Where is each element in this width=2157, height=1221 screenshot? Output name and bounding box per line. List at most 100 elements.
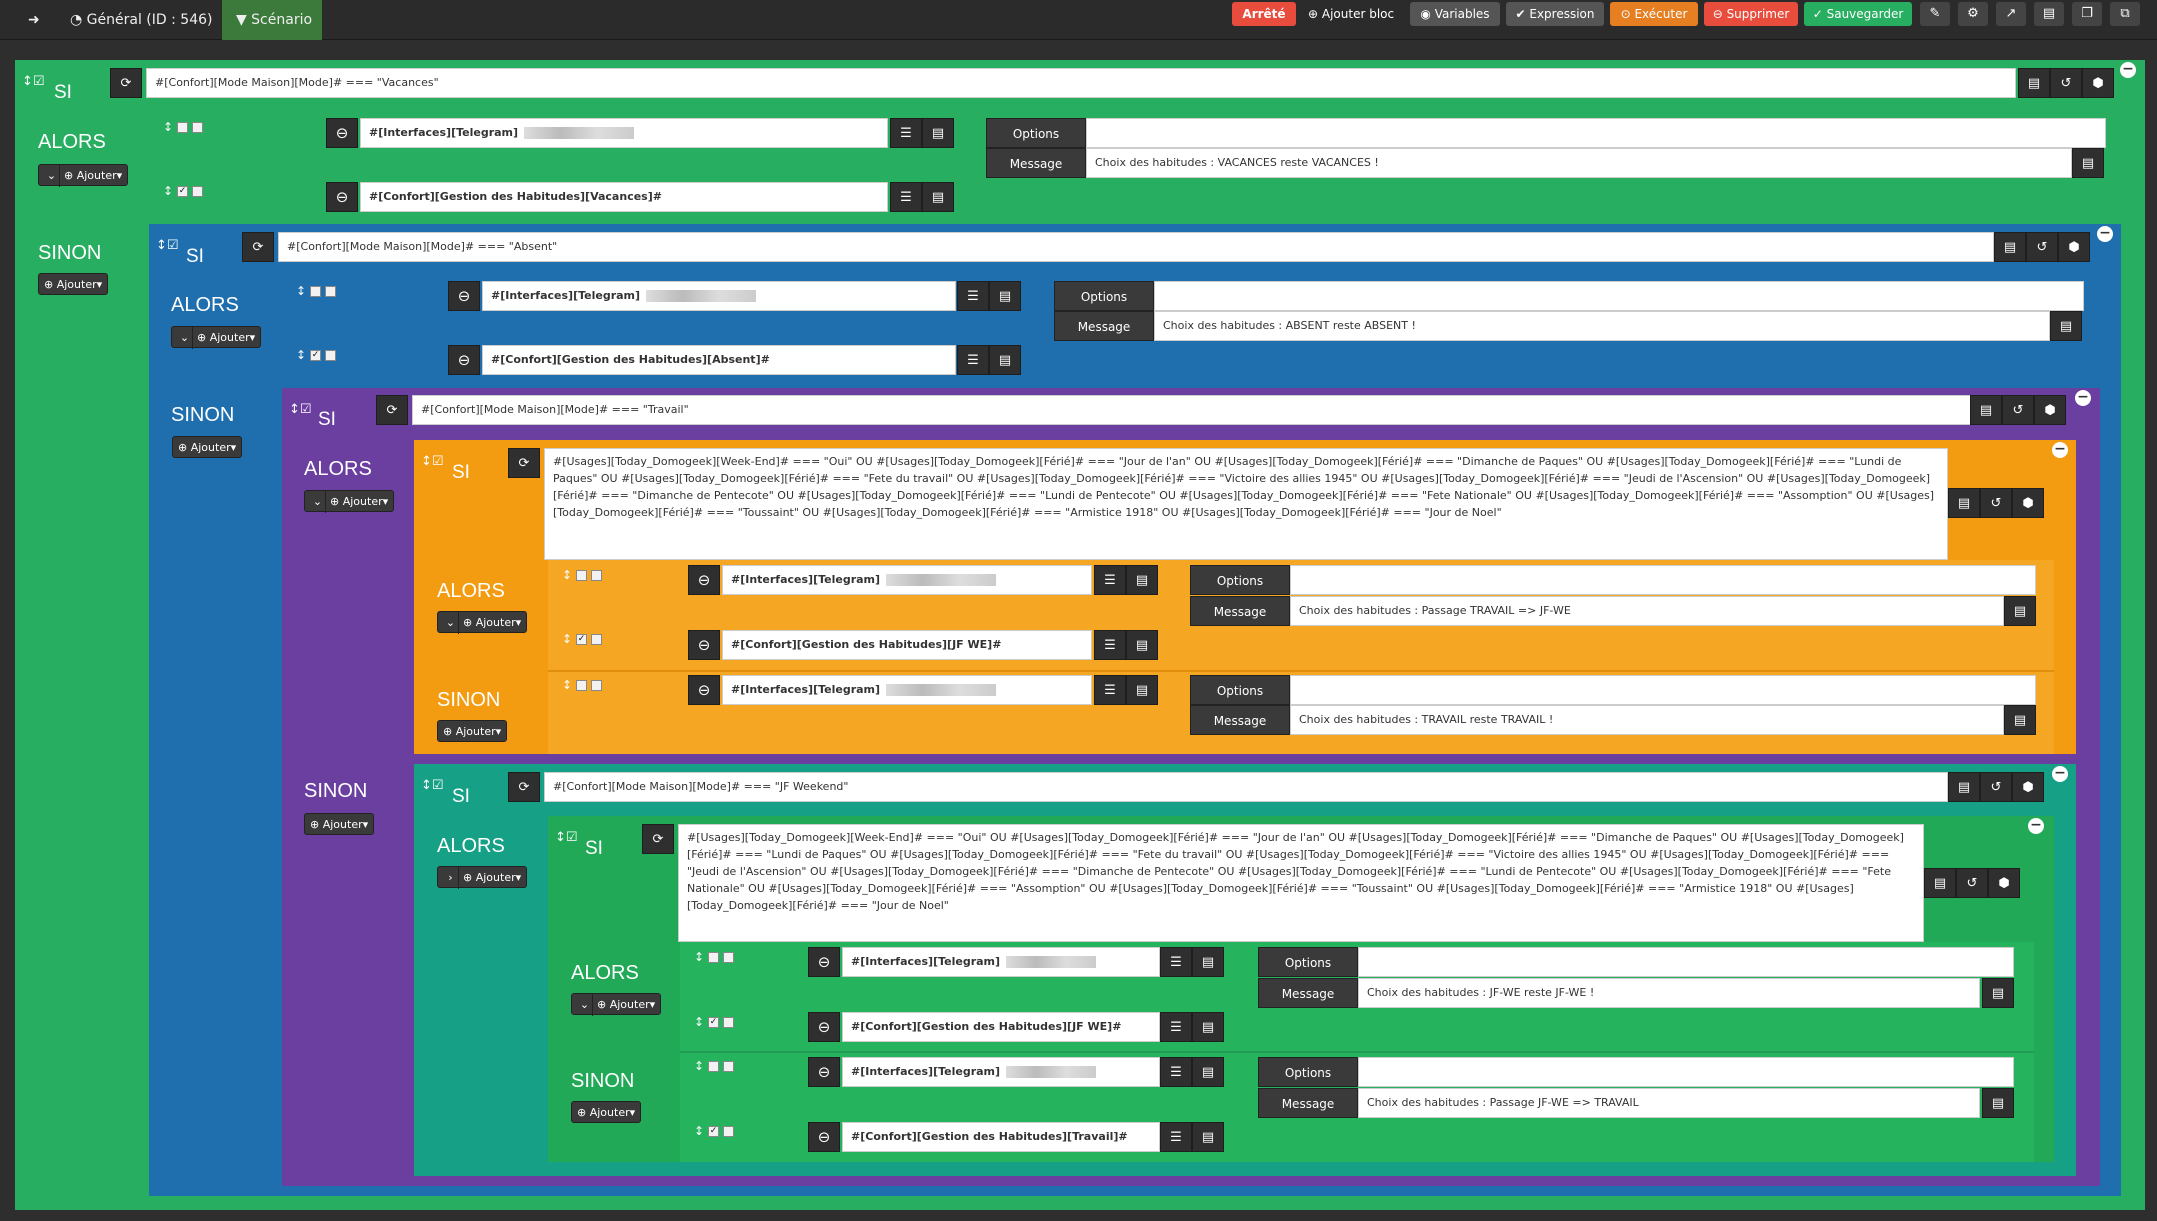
add-action-button[interactable]: ⊕ Ajouter▾ [172, 436, 243, 458]
remove-action-icon[interactable]: ⊖ [688, 675, 720, 705]
toggle-icon[interactable]: ↕☑ [156, 238, 179, 253]
action-controls[interactable]: ↕ [694, 1059, 735, 1073]
collapse-icon[interactable]: − [2052, 766, 2068, 782]
cube-icon[interactable]: ⬢ [2058, 232, 2090, 262]
list-icon[interactable]: ▤ [1970, 395, 2002, 425]
parallel-checkbox[interactable] [192, 122, 204, 133]
remove-action-icon[interactable]: ⊖ [448, 345, 480, 375]
options-field[interactable] [1154, 281, 2084, 311]
expression-button[interactable]: ✔ Expression [1506, 2, 1604, 26]
select-icon[interactable]: ▤ [1192, 1012, 1224, 1042]
refresh-icon[interactable]: ⟳ [376, 395, 408, 425]
action-controls[interactable]: ↕ ✓ [694, 1124, 735, 1138]
list-icon[interactable]: ☰ [890, 182, 922, 212]
message-field[interactable]: Choix des habitudes : Passage TRAVAIL =>… [1290, 596, 2004, 626]
enable-checkbox[interactable] [708, 1061, 720, 1072]
enable-checkbox[interactable]: ✓ [310, 350, 322, 361]
enable-checkbox[interactable]: ✓ [708, 1017, 720, 1028]
select-icon[interactable]: ▤ [922, 182, 954, 212]
condition-field[interactable]: #[Usages][Today_Domogeek][Week-End]# ===… [678, 824, 1924, 942]
history-icon[interactable]: ↺ [1980, 488, 2012, 518]
enable-checkbox[interactable] [576, 680, 588, 691]
list-icon[interactable]: ☰ [957, 281, 989, 311]
toggle-icon[interactable]: ↕☑ [289, 402, 312, 417]
message-icon[interactable]: ▤ [2050, 311, 2082, 341]
add-block-button[interactable]: ⊕ Ajouter bloc [1304, 2, 1396, 26]
select-icon[interactable]: ▤ [1126, 565, 1158, 595]
message-field[interactable]: Choix des habitudes : TRAVAIL reste TRAV… [1290, 705, 2004, 735]
parallel-checkbox[interactable] [591, 634, 603, 645]
message-icon[interactable]: ▤ [1982, 1088, 2014, 1118]
command-field[interactable]: #[Interfaces][Telegram] [722, 675, 1092, 705]
message-icon[interactable]: ▤ [1982, 978, 2014, 1008]
command-field[interactable]: #[Confort][Gestion des Habitudes][Vacanc… [360, 182, 888, 212]
add-action-button[interactable]: ⊕ Ajouter▾ [38, 273, 109, 295]
remove-action-icon[interactable]: ⊖ [326, 118, 358, 148]
document-icon[interactable]: ▤ [2034, 2, 2064, 26]
action-controls[interactable]: ↕ ✓ [163, 184, 204, 198]
parallel-checkbox[interactable] [325, 350, 337, 361]
cube-icon[interactable]: ⬢ [2012, 488, 2044, 518]
delete-button[interactable]: ⊖ Supprimer [1704, 2, 1798, 26]
action-controls[interactable]: ↕ [694, 950, 735, 964]
select-icon[interactable]: ▤ [1192, 1122, 1224, 1152]
remove-action-icon[interactable]: ⊖ [808, 1057, 840, 1087]
template-icon[interactable]: ⧉ [2110, 2, 2140, 26]
select-icon[interactable]: ▤ [1126, 630, 1158, 660]
options-field[interactable] [1086, 118, 2106, 148]
history-icon[interactable]: ↺ [2002, 395, 2034, 425]
tab-general[interactable]: ◔ Général (ID : 546) [70, 0, 212, 40]
refresh-icon[interactable]: ⟳ [508, 448, 540, 478]
list-icon[interactable]: ☰ [1160, 947, 1192, 977]
parallel-checkbox[interactable] [192, 186, 204, 197]
options-field[interactable] [1290, 565, 2036, 595]
add-action-button[interactable]: ⌄ ⊕ Ajouter▾ [304, 490, 395, 513]
add-action-button[interactable]: ⌄ ⊕ Ajouter▾ [171, 326, 262, 349]
options-field[interactable] [1358, 1057, 2014, 1087]
back-icon[interactable]: ➜ [28, 0, 40, 40]
select-icon[interactable]: ▤ [1192, 947, 1224, 977]
action-controls[interactable]: ↕ [163, 120, 204, 134]
select-icon[interactable]: ▤ [922, 118, 954, 148]
list-icon[interactable]: ☰ [1160, 1057, 1192, 1087]
select-icon[interactable]: ▤ [1192, 1057, 1224, 1087]
command-field[interactable]: #[Interfaces][Telegram] [842, 947, 1160, 977]
action-controls[interactable]: ↕ [562, 568, 603, 582]
parallel-checkbox[interactable] [723, 1017, 735, 1028]
tab-scenario[interactable]: ▼ Scénario [222, 0, 322, 40]
parallel-checkbox[interactable] [723, 952, 735, 963]
save-button[interactable]: ✓ Sauvegarder [1804, 2, 1912, 26]
message-icon[interactable]: ▤ [2072, 148, 2104, 178]
condition-field[interactable]: #[Confort][Mode Maison][Mode]# === "Trav… [412, 395, 1972, 425]
list-icon[interactable]: ▤ [1948, 488, 1980, 518]
command-field[interactable]: #[Interfaces][Telegram] [842, 1057, 1160, 1087]
condition-field[interactable]: #[Confort][Mode Maison][Mode]# === "Vaca… [146, 68, 2016, 98]
list-icon[interactable]: ☰ [1094, 630, 1126, 660]
toggle-icon[interactable]: ↕☑ [421, 454, 444, 469]
list-icon[interactable]: ☰ [1094, 675, 1126, 705]
message-field[interactable]: Choix des habitudes : Passage JF-WE => T… [1358, 1088, 1980, 1118]
collapse-icon[interactable]: − [2120, 62, 2136, 78]
action-controls[interactable]: ↕ ✓ [694, 1015, 735, 1029]
network-icon[interactable]: ⚙ [1958, 2, 1988, 26]
add-action-button[interactable]: ⊕ Ajouter▾ [304, 813, 375, 835]
refresh-icon[interactable]: ⟳ [242, 232, 274, 262]
command-field[interactable]: #[Interfaces][Telegram] [722, 565, 1092, 595]
message-icon[interactable]: ▤ [2004, 705, 2036, 735]
list-icon[interactable]: ☰ [957, 345, 989, 375]
parallel-checkbox[interactable] [591, 680, 603, 691]
share-icon[interactable]: ↗ [1996, 2, 2026, 26]
history-icon[interactable]: ↺ [1956, 868, 1988, 898]
list-icon[interactable]: ☰ [1160, 1012, 1192, 1042]
parallel-checkbox[interactable] [591, 570, 603, 581]
condition-field[interactable]: #[Confort][Mode Maison][Mode]# === "JF W… [544, 772, 1948, 802]
remove-action-icon[interactable]: ⊖ [688, 630, 720, 660]
enable-checkbox[interactable] [310, 286, 322, 297]
add-action-button[interactable]: ⌄ ⊕ Ajouter▾ [571, 993, 662, 1016]
message-field[interactable]: Choix des habitudes : VACANCES reste VAC… [1086, 148, 2072, 178]
list-icon[interactable]: ▤ [1948, 772, 1980, 802]
command-field[interactable]: #[Interfaces][Telegram] [360, 118, 888, 148]
history-icon[interactable]: ↺ [1980, 772, 2012, 802]
command-field[interactable]: #[Confort][Gestion des Habitudes][Travai… [842, 1122, 1160, 1152]
add-action-button[interactable]: ⊕ Ajouter▾ [437, 720, 508, 742]
